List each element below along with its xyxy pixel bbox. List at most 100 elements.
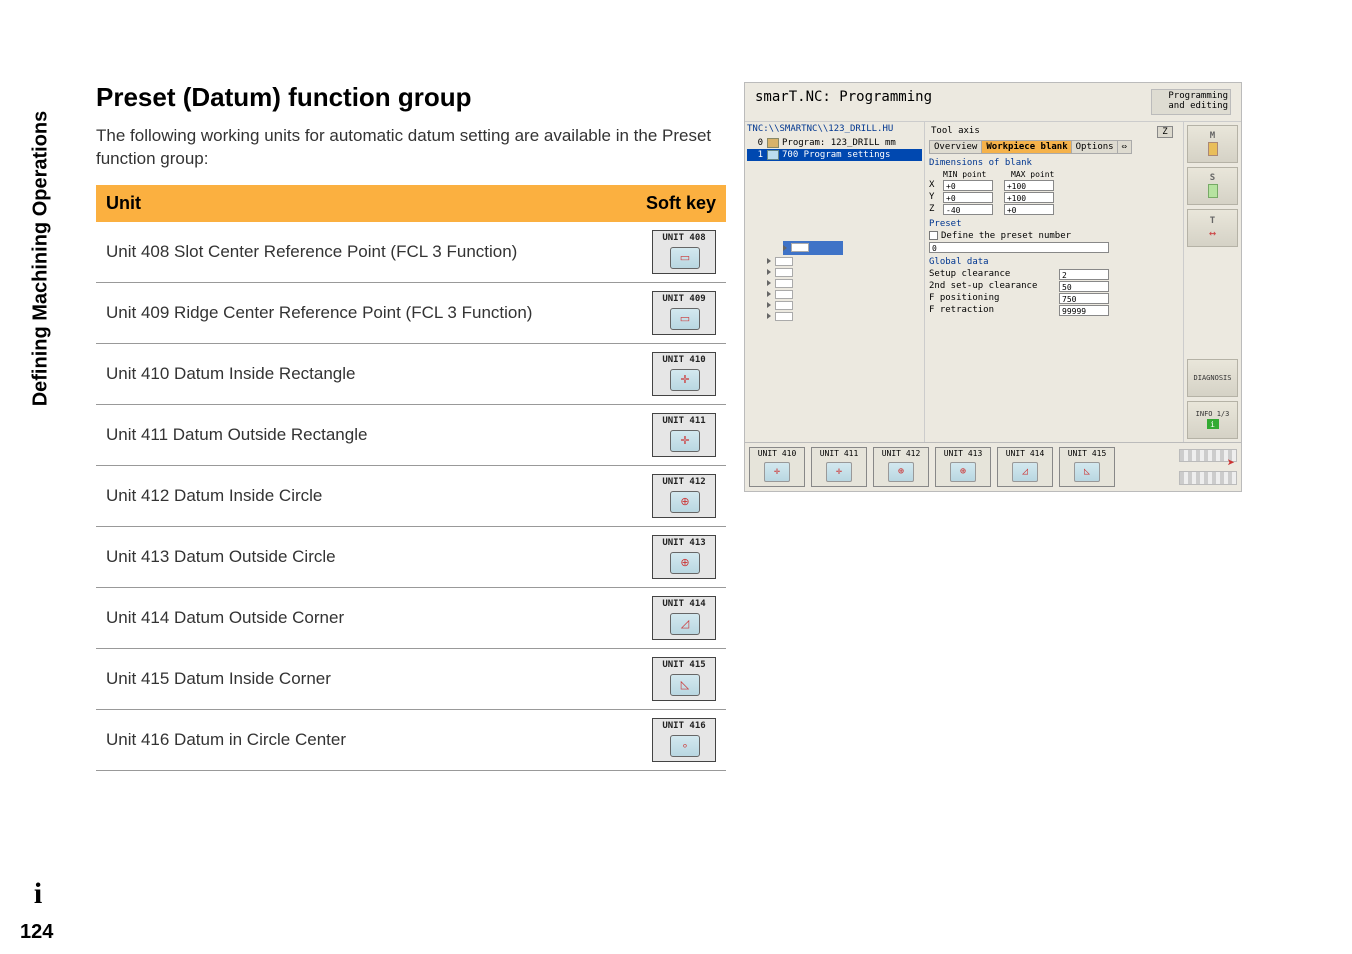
softkey-label: UNIT 410 [653, 355, 715, 365]
preset-value-row: 0 [929, 242, 1179, 253]
ss-softkey-label: UNIT 415 [1060, 449, 1114, 458]
ss-softkey-button[interactable]: UNIT 411✛ [811, 447, 867, 487]
rb-info-button[interactable]: INFO 1/3i [1187, 401, 1238, 439]
y-max-input[interactable]: +100 [1004, 192, 1054, 203]
ss-title: smarT.NC: Programming [755, 89, 932, 115]
second-setup-input[interactable]: 50 [1059, 281, 1109, 292]
col-max-label: MAX point [1011, 170, 1079, 179]
softkey-glyph-icon: ✛ [670, 430, 700, 452]
rb-m-button[interactable]: M [1187, 125, 1238, 163]
x-row: X +0 +100 [929, 180, 1179, 191]
preset-value-input[interactable]: 0 [929, 242, 1109, 253]
softkey-icon[interactable]: UNIT 416∘ [652, 718, 716, 762]
preset-checkbox[interactable] [929, 231, 938, 240]
pager-bar [1179, 471, 1237, 485]
tree-placeholder-area [747, 241, 922, 321]
ss-mode-l2: and editing [1154, 102, 1228, 112]
ss-softkey-glyph-icon: ⊕ [950, 462, 976, 482]
ss-pager[interactable]: ➤ [1179, 447, 1237, 487]
placeholder-box [775, 312, 793, 321]
x-label: X [929, 180, 943, 190]
softkey-icon[interactable]: UNIT 412⊕ [652, 474, 716, 518]
ss-header: smarT.NC: Programming Programming and ed… [745, 83, 1241, 122]
y-min-input[interactable]: +0 [943, 192, 993, 203]
x-min-input[interactable]: +0 [943, 180, 993, 191]
ss-softkey-label: UNIT 413 [936, 449, 990, 458]
page-number: 124 [20, 921, 53, 944]
settings-icon [767, 150, 779, 160]
fret-input[interactable]: 99999 [1059, 305, 1109, 316]
softkey-icon[interactable]: UNIT 410✛ [652, 352, 716, 396]
tree-placeholder-row [767, 312, 922, 321]
chevron-right-icon [767, 313, 771, 319]
fret-label: F retraction [929, 305, 1059, 315]
chevron-right-icon [767, 258, 771, 264]
table-body: Unit 408 Slot Center Reference Point (FC… [96, 222, 726, 771]
y-row: Y +0 +100 [929, 192, 1179, 203]
t-icon: T [1210, 216, 1215, 226]
unit-text: Unit 408 Slot Center Reference Point (FC… [96, 222, 606, 283]
tree-row-0[interactable]: 0 Program: 123_DRILL mm [747, 137, 922, 149]
tree-selected-placeholder [783, 241, 843, 255]
toolaxis-value[interactable]: Z [1157, 126, 1173, 138]
ss-softkey-button[interactable]: UNIT 413 ⊕ [935, 447, 991, 487]
rb-t-button[interactable]: T↔ [1187, 209, 1238, 247]
softkey-label: UNIT 416 [653, 721, 715, 731]
z-min-input[interactable]: -40 [943, 204, 993, 215]
x-max-input[interactable]: +100 [1004, 180, 1054, 191]
softkey-icon[interactable]: UNIT 414◿ [652, 596, 716, 640]
chevron-right-icon [767, 302, 771, 308]
setup-clearance-row: Setup clearance 2 [929, 269, 1179, 280]
softkey-label: UNIT 412 [653, 477, 715, 487]
pager-arrow-icon: ➤ [1179, 456, 1237, 471]
softkey-cell: UNIT 409▭ [606, 282, 726, 343]
placeholder-box [775, 257, 793, 266]
setup-clearance-input[interactable]: 2 [1059, 269, 1109, 280]
intro-text: The following working units for automati… [96, 125, 726, 171]
table-row: Unit 415 Datum Inside CornerUNIT 415◺ [96, 648, 726, 709]
z-max-input[interactable]: +0 [1004, 204, 1054, 215]
softkey-label: UNIT 411 [653, 416, 715, 426]
unit-text: Unit 410 Datum Inside Rectangle [96, 343, 606, 404]
info-i-icon: i [1207, 419, 1219, 429]
fpos-label: F positioning [929, 293, 1059, 303]
unit-text: Unit 416 Datum in Circle Center [96, 709, 606, 770]
softkey-glyph-icon: ◺ [670, 674, 700, 696]
tree-row-1-selected[interactable]: 1 700 Program settings [747, 149, 922, 161]
rb-s-button[interactable]: S [1187, 167, 1238, 205]
global-title: Global data [929, 257, 1179, 267]
table-header-row: Unit Soft key [96, 185, 726, 222]
chevron-right-icon [767, 280, 771, 286]
ss-softkey-button[interactable]: UNIT 415◺ [1059, 447, 1115, 487]
placeholder-box [775, 301, 793, 310]
tool-shape-icon [1208, 184, 1218, 198]
program-tree[interactable]: TNC:\\SMARTNC\\123_DRILL.HU 0 Program: 1… [745, 122, 925, 442]
softkey-icon[interactable]: UNIT 415◺ [652, 657, 716, 701]
softkey-icon[interactable]: UNIT 413⊕ [652, 535, 716, 579]
side-tab-text: Defining Machining Operations [30, 110, 53, 406]
ss-softkey-glyph-icon: ✛ [764, 462, 790, 482]
z-row: Z -40 +0 [929, 204, 1179, 215]
table-row: Unit 414 Datum Outside CornerUNIT 414◿ [96, 587, 726, 648]
softkey-cell: UNIT 415◺ [606, 648, 726, 709]
tab-options[interactable]: Options [1071, 140, 1119, 154]
toolaxis-row: Tool axis Z [929, 126, 1179, 140]
ss-softkey-label: UNIT 411 [812, 449, 866, 458]
y-label: Y [929, 192, 943, 202]
ss-softkey-button[interactable]: UNIT 410✛ [749, 447, 805, 487]
softkey-icon[interactable]: UNIT 408▭ [652, 230, 716, 274]
ss-spacer [1121, 447, 1173, 487]
ss-softkey-button[interactable]: UNIT 414◿ [997, 447, 1053, 487]
chevron-right-icon [767, 269, 771, 275]
softkey-icon[interactable]: UNIT 409▭ [652, 291, 716, 335]
ss-softkey-button[interactable]: UNIT 412⊕ [873, 447, 929, 487]
tab-workpiece-blank[interactable]: Workpiece blank [981, 140, 1072, 154]
tab-overview[interactable]: Overview [929, 140, 982, 154]
softkey-glyph-icon: ▭ [670, 308, 700, 330]
softkey-icon[interactable]: UNIT 411 ✛ [652, 413, 716, 457]
rb-diagnosis-button[interactable]: DIAGNOSIS [1187, 359, 1238, 397]
col-unit-header: Unit [96, 185, 606, 222]
tab-scroll-icon[interactable]: ⇔ [1117, 140, 1132, 154]
unit-text: Unit 412 Datum Inside Circle [96, 465, 606, 526]
fpos-input[interactable]: 750 [1059, 293, 1109, 304]
